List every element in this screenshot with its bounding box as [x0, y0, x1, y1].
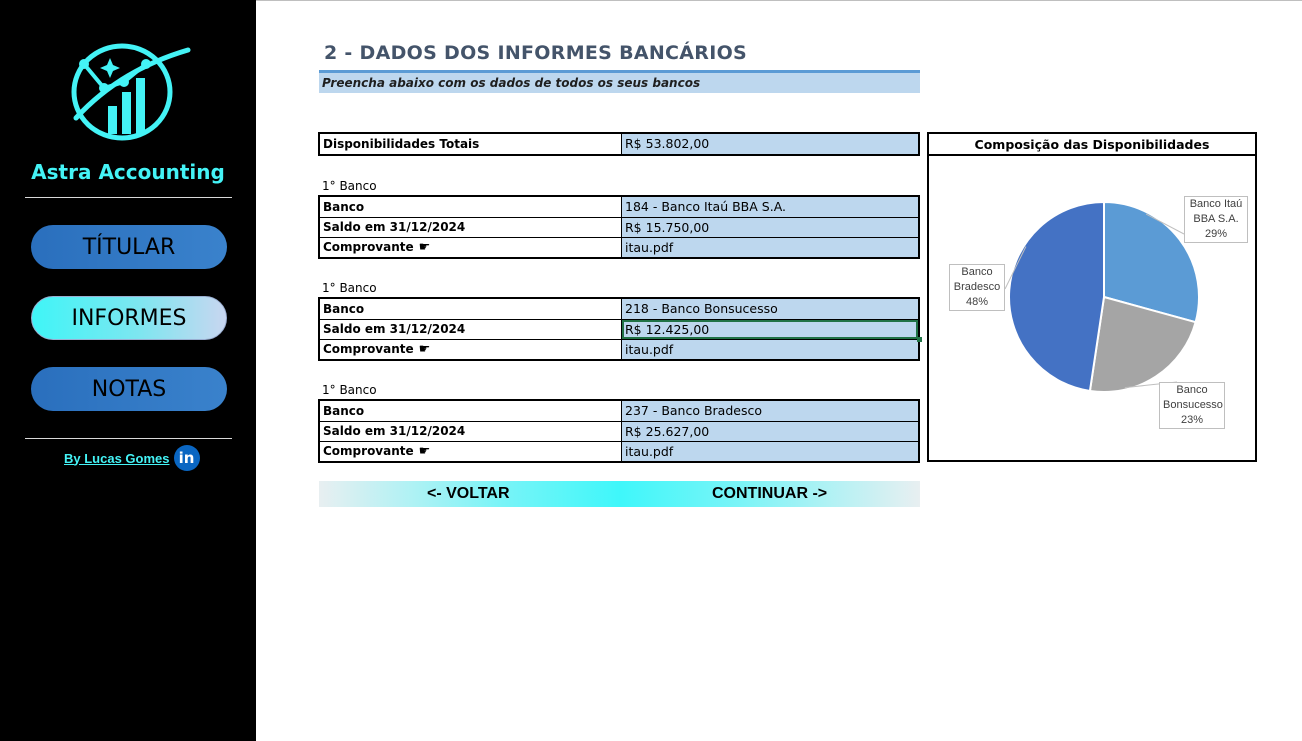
- total-value[interactable]: R$ 53.802,00: [622, 134, 918, 154]
- slice-percent: 29%: [1204, 228, 1228, 240]
- bank-table: Banco 237 - Banco Bradesco Saldo em 31/1…: [318, 399, 920, 463]
- slice-label-line: BBA S.A.: [1193, 213, 1239, 225]
- receipt-label: Comprovante: [323, 342, 414, 356]
- author-byline: By Lucas Gomes in: [64, 445, 200, 471]
- balance-label: Saldo em 31/12/2024: [320, 320, 622, 339]
- slice-percent: 48%: [965, 296, 989, 308]
- bank-value-cell[interactable]: 237 - Banco Bradesco: [622, 401, 918, 421]
- slice-label-line: Banco Itaú: [1189, 198, 1243, 210]
- bank-value-cell[interactable]: 218 - Banco Bonsucesso: [622, 299, 918, 319]
- balance-value-cell[interactable]: R$ 15.750,00: [622, 218, 918, 237]
- balance-label: Saldo em 31/12/2024: [320, 422, 622, 441]
- receipt-label: Comprovante: [323, 444, 414, 458]
- receipt-label-cell: Comprovante ☛: [320, 442, 622, 461]
- author-link[interactable]: By Lucas Gomes: [64, 451, 170, 466]
- balance-value-cell[interactable]: R$ 25.627,00: [622, 422, 918, 441]
- page-title: 2 - DADOS DOS INFORMES BANCÁRIOS: [324, 42, 748, 64]
- balance-value-cell-selected[interactable]: R$ 12.425,00: [622, 320, 922, 342]
- bank-table: Banco 218 - Banco Bonsucesso Saldo em 31…: [318, 297, 922, 361]
- slice-label-line: Banco: [961, 266, 993, 278]
- receipt-value-cell[interactable]: itau.pdf: [622, 442, 918, 461]
- bank-value-cell[interactable]: 184 - Banco Itaú BBA S.A.: [622, 197, 918, 217]
- nav-informes-button[interactable]: INFORMES: [31, 296, 227, 340]
- hand-pointer-icon[interactable]: ☛: [419, 241, 431, 254]
- sidebar: Astra Accounting TÍTULAR INFORMES NOTAS …: [0, 0, 256, 741]
- sidebar-divider-bottom: [25, 438, 232, 439]
- composition-chart: Composição das Disponibilidades Banco It…: [927, 132, 1257, 462]
- continue-button[interactable]: CONTINUAR ->: [712, 485, 827, 503]
- slice-label-line: Bradesco: [953, 281, 1001, 293]
- slice-percent: 23%: [1180, 414, 1204, 426]
- slice-label-line: Banco: [1176, 384, 1208, 396]
- bank-label: Banco: [320, 299, 622, 319]
- total-table: Disponibilidades Totais R$ 53.802,00: [318, 132, 920, 156]
- page-subtitle: Preencha abaixo com os dados de todos os…: [319, 73, 920, 93]
- brand-name: Astra Accounting: [31, 160, 225, 184]
- slice-label-bonsucesso: Banco Bonsucesso 23%: [1159, 382, 1225, 429]
- receipt-label-cell: Comprovante ☛: [320, 340, 622, 359]
- receipt-label: Comprovante: [323, 240, 414, 254]
- bank-table: Banco 184 - Banco Itaú BBA S.A. Saldo em…: [318, 195, 920, 259]
- astra-logo-icon: [71, 43, 191, 141]
- total-label: Disponibilidades Totais: [320, 134, 622, 154]
- bank-caption: 1° Banco: [322, 281, 377, 295]
- slice-label-itau: Banco Itaú BBA S.A. 29%: [1184, 196, 1248, 243]
- sidebar-divider-top: [25, 197, 232, 198]
- pie-slice-bradesco[interactable]: [1008, 200, 1105, 393]
- receipt-value-cell[interactable]: itau.pdf: [622, 340, 918, 359]
- nav-notas-button[interactable]: NOTAS: [31, 367, 227, 411]
- balance-label: Saldo em 31/12/2024: [320, 218, 622, 237]
- receipt-label-cell: Comprovante ☛: [320, 238, 622, 257]
- slice-label-bradesco: Banco Bradesco 48%: [949, 264, 1005, 311]
- bank-caption: 1° Banco: [322, 383, 377, 397]
- bank-caption: 1° Banco: [322, 179, 377, 193]
- bank-label: Banco: [320, 197, 622, 217]
- hand-pointer-icon[interactable]: ☛: [419, 445, 431, 458]
- back-button[interactable]: <- VOLTAR: [427, 485, 510, 503]
- bank-label: Banco: [320, 401, 622, 421]
- linkedin-icon[interactable]: in: [173, 445, 200, 471]
- receipt-value-cell[interactable]: itau.pdf: [622, 238, 918, 257]
- hand-pointer-icon[interactable]: ☛: [419, 343, 431, 356]
- slice-label-line: Bonsucesso: [1163, 399, 1223, 411]
- nav-titular-button[interactable]: TÍTULAR: [31, 225, 227, 269]
- page-navigation-bar: <- VOLTAR CONTINUAR ->: [319, 481, 920, 507]
